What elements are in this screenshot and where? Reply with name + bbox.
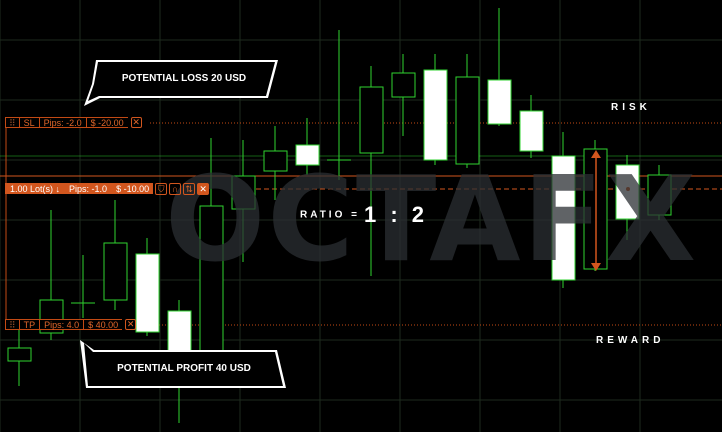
sl-label: SL: [18, 117, 39, 128]
candle: [487, 8, 512, 126]
sl-amount: $ -20.00: [85, 117, 128, 128]
lots-label: 1.00 Lot(s): [10, 184, 54, 194]
drag-handle-icon[interactable]: ⠿: [5, 319, 19, 330]
tp-label: TP: [18, 319, 40, 330]
reward-label: REWARD: [596, 335, 665, 346]
candle: [7, 330, 32, 386]
arrow-down-icon: ↓: [55, 184, 61, 194]
risk-reward-ratio: RATIO = 1 : 2: [300, 202, 428, 228]
close-icon[interactable]: ✕: [197, 183, 210, 195]
order-amount: $ -10.00: [111, 183, 154, 194]
close-icon[interactable]: ✕: [130, 117, 142, 128]
lock-icon[interactable]: ∩: [169, 183, 182, 195]
take-profit-bar[interactable]: ⠿ TP Pips: 4.0 $ 40.00 ✕: [5, 319, 137, 330]
risk-label: RISK: [611, 102, 651, 113]
candle: [519, 95, 544, 158]
order-lots[interactable]: 1.00 Lot(s) ↓: [5, 183, 65, 194]
candle: [71, 255, 95, 318]
candle: [423, 54, 448, 165]
tp-pips: Pips: 4.0: [39, 319, 84, 330]
stop-loss-bar[interactable]: ⠿ SL Pips: -2.0 $ -20.00 ✕: [5, 117, 142, 128]
octafx-watermark: OCTAFX: [165, 150, 699, 288]
candle: [135, 238, 160, 336]
candle: [103, 200, 128, 310]
split-icon[interactable]: ⇅: [183, 183, 196, 195]
close-icon[interactable]: ✕: [125, 319, 137, 330]
potential-profit-callout: POTENTIAL PROFIT 40 USD: [117, 363, 251, 374]
tp-amount: $ 40.00: [83, 319, 123, 330]
drag-handle-icon[interactable]: ⠿: [5, 117, 19, 128]
order-pips: Pips: -1.0: [64, 183, 112, 194]
shield-icon[interactable]: ⛉: [155, 183, 168, 195]
order-bar[interactable]: 1.00 Lot(s) ↓ Pips: -1.0 $ -10.00 ⛉ ∩ ⇅ …: [5, 183, 210, 195]
sl-pips: Pips: -2.0: [38, 117, 86, 128]
candle: [391, 54, 416, 136]
potential-loss-callout: POTENTIAL LOSS 20 USD: [121, 73, 247, 84]
ratio-value: 1 : 2: [363, 202, 429, 227]
ratio-label: RATIO =: [300, 209, 360, 221]
